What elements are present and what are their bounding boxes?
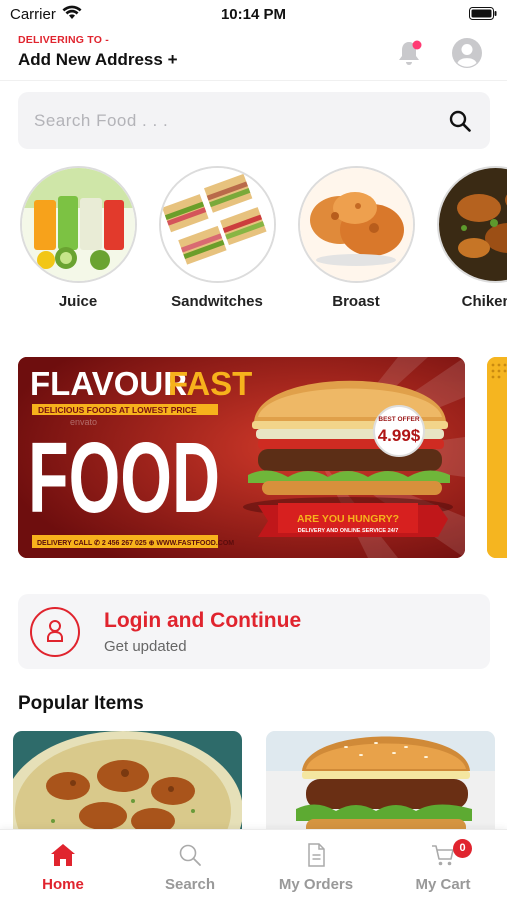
tab-my-orders[interactable]: My Orders	[253, 830, 379, 900]
status-time: 10:14 PM	[220, 6, 287, 23]
juice-image	[19, 166, 137, 283]
battery-icon	[469, 7, 497, 25]
login-title[interactable]: Login and Continue	[104, 609, 301, 633]
search-input[interactable]	[34, 108, 414, 134]
category-label: Juice	[58, 293, 98, 310]
user-icon	[30, 607, 80, 657]
popular-item-card[interactable]	[266, 731, 495, 831]
delivery-address[interactable]: DELIVERING TO - Add New Address +	[18, 34, 178, 70]
banner-tagline: DELICIOUS FOODS AT LOWEST PRICE	[38, 405, 197, 415]
orders-icon	[303, 842, 329, 868]
offer-price: 4.99$	[378, 426, 421, 445]
popular-item-card[interactable]	[13, 731, 242, 831]
cart-count-badge: 0	[453, 839, 472, 858]
status-bar: Carrier 10:14 PM	[0, 0, 507, 30]
banner-title-part2: FAST	[168, 365, 252, 402]
login-card[interactable]: Login and Continue Get updated	[18, 594, 490, 669]
notification-bell-icon[interactable]	[396, 39, 422, 67]
category-chicken[interactable]: Chiken M	[435, 166, 507, 310]
category-juice[interactable]: Juice	[18, 166, 138, 310]
category-label: Sandwitches	[171, 293, 263, 310]
category-broast[interactable]: Broast	[296, 166, 416, 310]
tab-home[interactable]: Home	[0, 830, 126, 900]
tab-search[interactable]: Search	[127, 830, 253, 900]
tab-label: My Orders	[278, 876, 354, 893]
tab-label: My Cart	[415, 876, 471, 893]
category-carousel[interactable]: Juice Sandwitches Broast Chiken	[18, 166, 507, 316]
search-icon[interactable]	[448, 109, 472, 133]
broast-image	[297, 166, 415, 283]
popular-items-title: Popular Items	[18, 693, 144, 714]
banner-title-part1: FLAVOUR	[30, 365, 187, 402]
add-address-button[interactable]: Add New Address +	[18, 50, 178, 70]
login-subtitle: Get updated	[104, 638, 187, 655]
next-banner-peek[interactable]	[487, 357, 507, 558]
promo-banner[interactable]: FLAVOUR FAST DELICIOUS FOODS AT LOWEST P…	[18, 357, 465, 558]
cart-icon	[430, 842, 456, 868]
category-label: Chiken M	[461, 293, 507, 310]
sandwich-image	[158, 166, 276, 283]
delivering-to-label: DELIVERING TO -	[18, 34, 109, 46]
banner-contact: DELIVERY CALL ✆ 2 456 267 025 ⊕ WWW.FAST…	[37, 539, 234, 547]
search-icon	[177, 842, 203, 868]
popular-items-list[interactable]	[0, 731, 507, 831]
search-bar[interactable]	[18, 92, 490, 149]
tab-label: Home	[42, 876, 84, 893]
tab-label: Search	[164, 876, 216, 893]
profile-avatar-icon[interactable]	[451, 37, 483, 69]
home-icon	[50, 842, 76, 868]
category-label: Broast	[332, 293, 380, 310]
banner-watermark: envato	[70, 417, 97, 427]
offer-label: BEST OFFER	[378, 416, 419, 423]
banner-big-word: FOOD	[28, 422, 220, 534]
header-divider	[0, 80, 507, 81]
banner-cta: ARE YOU HUNGRY?	[297, 513, 399, 525]
bottom-tab-bar: Home Search My Orders 0 My Cart	[0, 829, 507, 900]
tab-my-cart[interactable]: 0 My Cart	[380, 830, 506, 900]
category-sandwiches[interactable]: Sandwitches	[157, 166, 277, 310]
chicken-image	[436, 166, 507, 283]
banner-cta-sub: DELIVERY AND ONLINE SERVICE 24/7	[298, 528, 399, 534]
